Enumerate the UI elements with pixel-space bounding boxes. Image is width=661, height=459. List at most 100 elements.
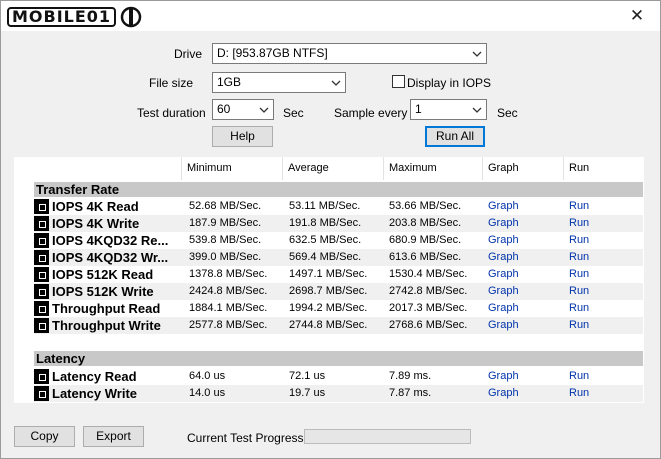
test-icon bbox=[34, 267, 49, 282]
filesize-value: 1GB bbox=[217, 75, 242, 89]
graph-link[interactable]: Graph bbox=[488, 198, 519, 215]
result-row: Latency Write 14.0 us 19.7 us 7.87 ms. G… bbox=[34, 385, 643, 402]
result-row: IOPS 4K Write 187.9 MB/Sec. 191.8 MB/Sec… bbox=[34, 215, 643, 232]
test-name: Throughput Read bbox=[52, 301, 161, 316]
avg-value: 1994.2 MB/Sec. bbox=[289, 302, 368, 314]
min-value: 399.0 MB/Sec. bbox=[189, 251, 262, 263]
sample-select[interactable]: 1 bbox=[410, 99, 487, 120]
drive-value: D: [953.87GB NTFS] bbox=[217, 46, 328, 60]
graph-link[interactable]: Graph bbox=[488, 317, 519, 334]
test-name: IOPS 4KQD32 Wr... bbox=[52, 250, 169, 265]
test-name: Latency Read bbox=[52, 369, 137, 384]
help-button[interactable]: Help bbox=[212, 126, 273, 147]
max-value: 1530.4 MB/Sec. bbox=[389, 268, 468, 280]
avg-value: 569.4 MB/Sec. bbox=[289, 251, 362, 263]
graph-link[interactable]: Graph bbox=[488, 232, 519, 249]
result-row: IOPS 512K Write 2424.8 MB/Sec. 2698.7 MB… bbox=[34, 283, 643, 300]
result-row: Throughput Read 1884.1 MB/Sec. 1994.2 MB… bbox=[34, 300, 643, 317]
run-link[interactable]: Run bbox=[569, 368, 589, 385]
title-bar: MOBILE01 ✕ bbox=[1, 1, 660, 31]
max-value: 7.87 ms. bbox=[389, 387, 432, 399]
sample-label: Sample every bbox=[334, 106, 408, 120]
result-row: IOPS 4K Read 52.68 MB/Sec. 53.11 MB/Sec.… bbox=[34, 198, 643, 215]
avg-value: 2698.7 MB/Sec. bbox=[289, 285, 368, 297]
run-link[interactable]: Run bbox=[569, 300, 589, 317]
result-row: IOPS 512K Read 1378.8 MB/Sec. 1497.1 MB/… bbox=[34, 266, 643, 283]
header-graph: Graph bbox=[482, 157, 563, 180]
max-value: 680.9 MB/Sec. bbox=[389, 234, 462, 246]
graph-link[interactable]: Graph bbox=[488, 249, 519, 266]
max-value: 2742.8 MB/Sec. bbox=[389, 285, 468, 297]
close-button[interactable]: ✕ bbox=[614, 1, 660, 31]
test-icon bbox=[34, 199, 49, 214]
run-link[interactable]: Run bbox=[569, 283, 589, 300]
min-value: 539.8 MB/Sec. bbox=[189, 234, 262, 246]
graph-link[interactable]: Graph bbox=[488, 283, 519, 300]
test-icon bbox=[34, 284, 49, 299]
progress-label: Current Test Progress bbox=[187, 431, 304, 445]
graph-link[interactable]: Graph bbox=[488, 385, 519, 402]
max-value: 53.66 MB/Sec. bbox=[389, 200, 462, 212]
graph-link[interactable]: Graph bbox=[488, 266, 519, 283]
filesize-label: File size bbox=[149, 76, 194, 90]
graph-link[interactable]: Graph bbox=[488, 215, 519, 232]
run-all-button[interactable]: Run All bbox=[425, 126, 485, 147]
run-link[interactable]: Run bbox=[569, 249, 589, 266]
section-latency: Latency bbox=[34, 351, 643, 366]
test-icon bbox=[34, 318, 49, 333]
chevron-down-icon bbox=[472, 51, 482, 57]
run-link[interactable]: Run bbox=[569, 266, 589, 283]
result-row: Throughput Write 2577.8 MB/Sec. 2744.8 M… bbox=[34, 317, 643, 334]
test-name: IOPS 4K Write bbox=[52, 216, 140, 231]
min-value: 64.0 us bbox=[189, 370, 226, 382]
run-link[interactable]: Run bbox=[569, 317, 589, 334]
header-average: Average bbox=[282, 157, 383, 180]
min-value: 2424.8 MB/Sec. bbox=[189, 285, 268, 297]
max-value: 7.89 ms. bbox=[389, 370, 432, 382]
run-link[interactable]: Run bbox=[569, 198, 589, 215]
min-value: 2577.8 MB/Sec. bbox=[189, 319, 268, 331]
app-window: MOBILE01 ✕ Drive D: [953.87GB NTFS] File… bbox=[0, 0, 661, 459]
graph-link[interactable]: Graph bbox=[488, 368, 519, 385]
test-name: IOPS 4K Read bbox=[52, 199, 139, 214]
filesize-select[interactable]: 1GB bbox=[212, 72, 346, 93]
min-value: 187.9 MB/Sec. bbox=[189, 217, 262, 229]
close-icon: ✕ bbox=[629, 6, 645, 25]
avg-value: 2744.8 MB/Sec. bbox=[289, 319, 368, 331]
test-name: Throughput Write bbox=[52, 318, 161, 333]
test-icon bbox=[34, 250, 49, 265]
avg-value: 72.1 us bbox=[289, 370, 326, 382]
chevron-down-icon bbox=[472, 107, 482, 113]
chevron-down-icon bbox=[331, 80, 341, 86]
results-panel: Minimum Average Maximum Graph Run Transf… bbox=[14, 157, 644, 403]
test-name: IOPS 4KQD32 Re... bbox=[52, 233, 169, 248]
duration-select[interactable]: 60 bbox=[212, 99, 274, 120]
test-progress-bar bbox=[304, 429, 471, 444]
graph-link[interactable]: Graph bbox=[488, 300, 519, 317]
display-iops-checkbox[interactable] bbox=[392, 75, 405, 88]
run-link[interactable]: Run bbox=[569, 215, 589, 232]
duration-label: Test duration bbox=[137, 106, 206, 120]
app-logo: MOBILE01 bbox=[7, 5, 142, 29]
drive-label: Drive bbox=[174, 47, 203, 61]
copy-button[interactable]: Copy bbox=[14, 426, 75, 447]
header-run: Run bbox=[563, 157, 643, 180]
chevron-down-icon bbox=[259, 107, 269, 113]
header-minimum: Minimum bbox=[181, 157, 283, 180]
test-icon bbox=[34, 386, 49, 401]
avg-value: 53.11 MB/Sec. bbox=[289, 200, 361, 212]
max-value: 203.8 MB/Sec. bbox=[389, 217, 462, 229]
test-name: Latency Write bbox=[52, 386, 138, 401]
run-link[interactable]: Run bbox=[569, 385, 589, 402]
export-button[interactable]: Export bbox=[83, 426, 144, 447]
max-value: 613.6 MB/Sec. bbox=[389, 251, 462, 263]
drive-select[interactable]: D: [953.87GB NTFS] bbox=[212, 43, 487, 64]
test-name: IOPS 512K Read bbox=[52, 267, 154, 282]
sample-value: 1 bbox=[415, 102, 422, 116]
run-link[interactable]: Run bbox=[569, 232, 589, 249]
test-icon bbox=[34, 301, 49, 316]
test-icon bbox=[34, 216, 49, 231]
min-value: 1884.1 MB/Sec. bbox=[189, 302, 268, 314]
sample-unit: Sec bbox=[497, 106, 518, 120]
duration-unit: Sec bbox=[283, 106, 304, 120]
